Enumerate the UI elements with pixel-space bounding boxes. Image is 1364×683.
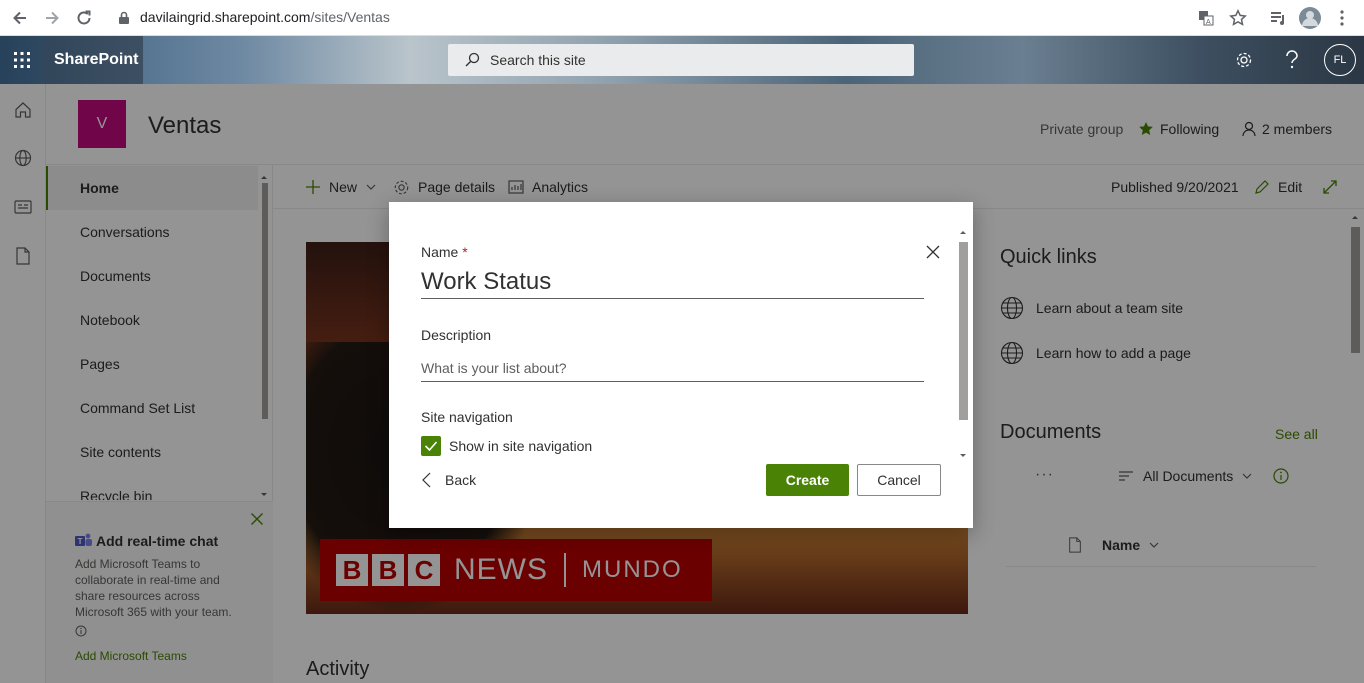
show-in-nav-label[interactable]: Show in site navigation — [449, 438, 592, 454]
settings-gear-icon[interactable] — [1220, 36, 1268, 84]
site-navigation-label: Site navigation — [421, 409, 513, 425]
description-input[interactable] — [421, 354, 924, 382]
back-icon[interactable] — [8, 6, 32, 30]
more-vert-icon[interactable] — [1330, 6, 1354, 30]
dialog-scrollbar[interactable] — [957, 228, 969, 462]
suite-bar: SharePoint Search this site FL — [0, 36, 1364, 84]
dialog-scroll-thumb[interactable] — [959, 242, 968, 420]
help-icon[interactable] — [1268, 36, 1316, 84]
playlist-icon[interactable] — [1266, 6, 1290, 30]
star-icon[interactable] — [1226, 6, 1250, 30]
reload-icon[interactable] — [72, 6, 96, 30]
search-icon — [464, 52, 480, 68]
back-button[interactable]: Back — [421, 470, 476, 490]
cancel-button[interactable]: Cancel — [857, 464, 941, 496]
checkmark-icon — [424, 441, 438, 452]
search-placeholder: Search this site — [490, 52, 586, 68]
app-launcher-icon[interactable] — [0, 36, 44, 84]
close-icon[interactable] — [919, 238, 947, 266]
scroll-down-icon[interactable] — [957, 452, 969, 460]
account-avatar[interactable]: FL — [1316, 36, 1364, 84]
description-label: Description — [421, 327, 492, 343]
create-button[interactable]: Create — [766, 464, 849, 496]
chevron-left-icon — [422, 472, 431, 488]
name-label-text: Name — [421, 244, 459, 260]
show-in-nav-checkbox[interactable] — [421, 436, 441, 456]
site-search-box[interactable]: Search this site — [448, 44, 914, 76]
list-name-input[interactable] — [421, 266, 924, 299]
forward-icon[interactable] — [40, 6, 64, 30]
address-bar[interactable]: davilaingrid.sharepoint.com/sites/Ventas — [140, 9, 390, 25]
sharepoint-brand[interactable]: SharePoint — [44, 36, 143, 84]
svg-text:A: A — [1206, 19, 1211, 26]
required-marker: * — [462, 244, 468, 260]
back-label: Back — [445, 472, 477, 488]
lock-icon[interactable] — [112, 6, 136, 30]
scroll-up-icon[interactable] — [957, 228, 969, 236]
url-path: /sites/Ventas — [310, 9, 390, 25]
translate-icon[interactable]: A — [1194, 6, 1218, 30]
avatar-initials: FL — [1324, 44, 1356, 76]
profile-avatar[interactable] — [1298, 6, 1322, 30]
create-list-dialog: Name * Description Site navigation Show … — [389, 202, 973, 528]
browser-toolbar: davilaingrid.sharepoint.com/sites/Ventas… — [0, 0, 1364, 36]
url-host: davilaingrid.sharepoint.com — [140, 9, 311, 25]
name-label: Name * — [421, 244, 468, 260]
